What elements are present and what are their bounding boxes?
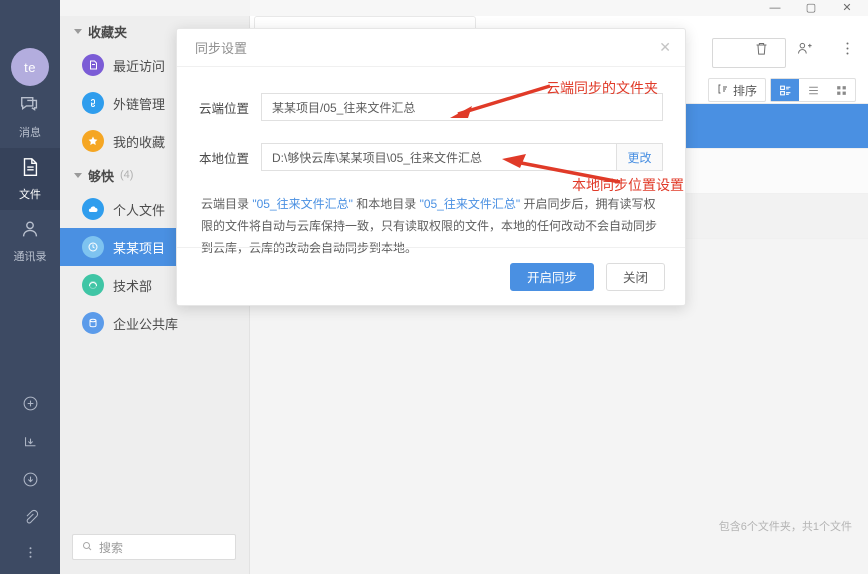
detail-view-button[interactable] (771, 79, 799, 101)
sort-button[interactable]: 排序 (707, 78, 766, 102)
list-view-button[interactable] (799, 79, 827, 101)
cloud-location-label: 云端位置 (199, 101, 250, 116)
team-icon (82, 274, 104, 296)
attachment-icon[interactable] (0, 498, 60, 536)
sidebar-label-external-links: 外链管理 (113, 96, 166, 112)
tree-group-count: (4) (120, 169, 134, 181)
local-location-label: 本地位置 (199, 151, 250, 166)
upload-tray-icon[interactable] (0, 422, 60, 460)
sort-label: 排序 (732, 83, 757, 98)
rail-label-messages: 消息 (19, 127, 41, 139)
dialog-title: 同步设置 (195, 41, 248, 56)
sidebar-label-recent: 最近访问 (113, 58, 166, 74)
tree-group-label-favorites: 收藏夹 (88, 24, 128, 40)
maximize-button[interactable]: ▢ (804, 2, 818, 14)
tree-group-label-gouquai: 够快 (88, 168, 115, 184)
contacts-icon (19, 218, 41, 245)
local-location-input[interactable]: D:\够快云库\某某项目\05_往来文件汇总 (261, 143, 617, 171)
sync-settings-dialog: 同步设置 ✕ 云端位置 某某项目/05_往来文件汇总 本地位置 D:\够快云库\… (176, 28, 686, 306)
avatar[interactable]: te (11, 48, 49, 86)
more-icon[interactable] (839, 40, 856, 62)
status-bar: 包含6个文件夹，共1个文件 (250, 510, 868, 542)
library-icon (82, 312, 104, 334)
dialog-header: 同步设置 ✕ (177, 29, 685, 67)
annotation-cloud-folder: 云端同步的文件夹 (546, 81, 658, 97)
desc-part-2: 和本地目录 (352, 197, 420, 211)
dialog-footer: 开启同步 关闭 (177, 247, 685, 305)
window-titlebar: — ▢ ✕ (250, 0, 868, 16)
link-icon (82, 92, 104, 114)
annotation-local-path: 本地同步位置设置 (572, 178, 684, 194)
sidebar-search: 搜索 (72, 534, 236, 560)
top-actions (753, 40, 856, 62)
left-rail: te 消息 文件 通讯录 (0, 0, 60, 574)
view-mode-group (770, 78, 856, 102)
grid-view-button[interactable] (827, 79, 855, 101)
chevron-down-icon (74, 28, 82, 34)
rail-label-contacts: 通讯录 (13, 251, 47, 263)
more-vertical-icon[interactable] (0, 536, 60, 574)
desc-part-1: 云端目录 (201, 197, 253, 211)
file-icon (19, 156, 41, 183)
recent-icon (82, 54, 104, 76)
sidebar-label-personal-files: 个人文件 (113, 202, 166, 218)
close-icon[interactable]: ✕ (659, 39, 671, 56)
close-dialog-button[interactable]: 关闭 (605, 262, 665, 291)
view-toolbar: 排序 (707, 78, 856, 102)
add-circle-icon[interactable] (0, 384, 60, 422)
app-window: te 消息 文件 通讯录 收藏夹 最近访问 外链管理 我的收藏 够快 (4) 个… (0, 0, 868, 574)
sidebar-item-public-library[interactable]: 企业公共库 (60, 304, 249, 342)
sidebar-label-my-favorites: 我的收藏 (113, 134, 166, 150)
sidebar-label-project: 某某项目 (113, 240, 166, 256)
sidebar-label-public-library: 企业公共库 (113, 316, 179, 332)
start-sync-button[interactable]: 开启同步 (509, 262, 594, 291)
local-location-field: 本地位置 D:\够快云库\某某项目\05_往来文件汇总 更改 (199, 143, 663, 171)
minimize-button[interactable]: — (768, 2, 782, 14)
search-input[interactable]: 搜索 (72, 534, 236, 560)
status-text: 包含6个文件夹，共1个文件 (718, 521, 852, 533)
download-circle-icon[interactable] (0, 460, 60, 498)
rail-item-messages[interactable]: 消息 (0, 86, 60, 148)
desc-cloud-dir: "05_往来文件汇总" (252, 197, 353, 211)
search-icon (81, 540, 93, 555)
sort-icon (717, 83, 729, 98)
cloud-icon (82, 198, 104, 220)
star-icon (82, 130, 104, 152)
close-button[interactable]: ✕ (840, 2, 854, 14)
rail-item-files[interactable]: 文件 (0, 148, 60, 210)
clock-icon (82, 236, 104, 258)
delete-icon[interactable] (753, 40, 770, 62)
rail-item-contacts[interactable]: 通讯录 (0, 210, 60, 272)
chevron-down-icon (74, 172, 82, 178)
message-icon (19, 94, 41, 121)
add-user-icon[interactable] (796, 40, 813, 62)
sidebar-label-tech-dept: 技术部 (113, 278, 153, 294)
search-placeholder: 搜索 (99, 540, 124, 555)
desc-local-dir: "05_往来文件汇总" (419, 197, 521, 211)
rail-label-files: 文件 (19, 189, 41, 201)
change-path-button[interactable]: 更改 (617, 143, 663, 171)
